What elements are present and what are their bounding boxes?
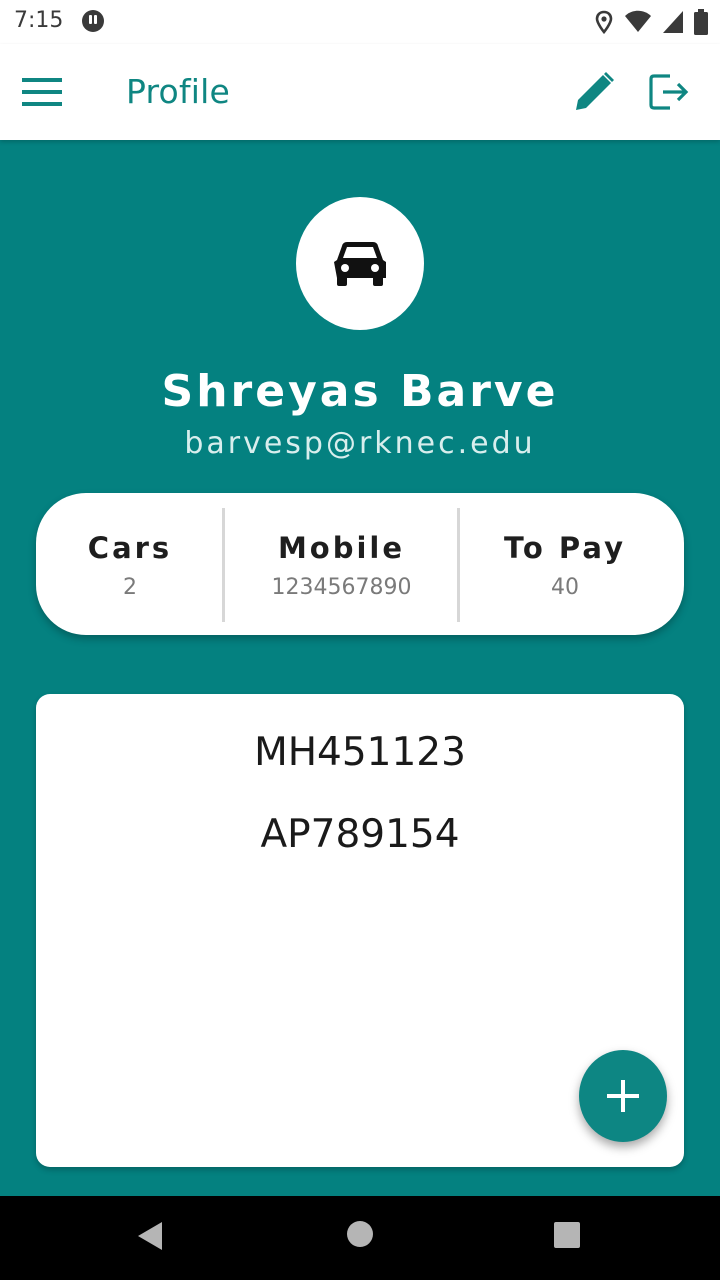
stat-mobile: Mobile 1234567890 bbox=[224, 493, 459, 635]
home-icon[interactable] bbox=[346, 1220, 374, 1248]
app-bar: Profile bbox=[0, 44, 720, 140]
car-icon bbox=[334, 241, 386, 286]
car-list-item[interactable]: AP789154 bbox=[36, 812, 684, 857]
system-nav-bar bbox=[0, 1196, 720, 1280]
stat-label: Cars bbox=[87, 531, 173, 565]
stats-card: Cars 2 Mobile 1234567890 To Pay 40 bbox=[36, 493, 684, 635]
menu-icon[interactable] bbox=[22, 74, 62, 110]
stat-value: 1234567890 bbox=[271, 575, 412, 600]
status-icons bbox=[594, 8, 708, 36]
stat-value: 40 bbox=[551, 575, 579, 600]
user-name: Shreyas Barve bbox=[161, 366, 559, 417]
logout-icon[interactable] bbox=[648, 72, 692, 112]
stat-value: 2 bbox=[123, 575, 137, 600]
page-title: Profile bbox=[126, 72, 231, 111]
location-icon bbox=[595, 10, 613, 34]
status-bar: 7:15 bbox=[0, 0, 720, 44]
car-list-item[interactable]: MH451123 bbox=[36, 730, 684, 775]
profile-header: Shreyas Barve barvesp@rknec.edu Cars 2 M… bbox=[0, 140, 720, 1196]
back-icon[interactable] bbox=[136, 1220, 164, 1252]
avatar bbox=[296, 197, 424, 330]
edit-icon[interactable] bbox=[572, 70, 618, 114]
user-email: barvesp@rknec.edu bbox=[184, 426, 536, 461]
signal-icon bbox=[663, 11, 683, 33]
wifi-icon bbox=[625, 10, 651, 32]
recents-icon[interactable] bbox=[553, 1221, 581, 1249]
battery-icon bbox=[694, 9, 708, 35]
stat-cars: Cars 2 bbox=[36, 493, 224, 635]
add-icon bbox=[607, 1080, 639, 1112]
app-notification-icon bbox=[82, 10, 104, 32]
status-time: 7:15 bbox=[14, 8, 64, 33]
stat-label: To Pay bbox=[503, 531, 626, 565]
stat-to-pay: To Pay 40 bbox=[459, 493, 671, 635]
stat-label: Mobile bbox=[277, 531, 406, 565]
add-car-button[interactable] bbox=[579, 1050, 667, 1142]
